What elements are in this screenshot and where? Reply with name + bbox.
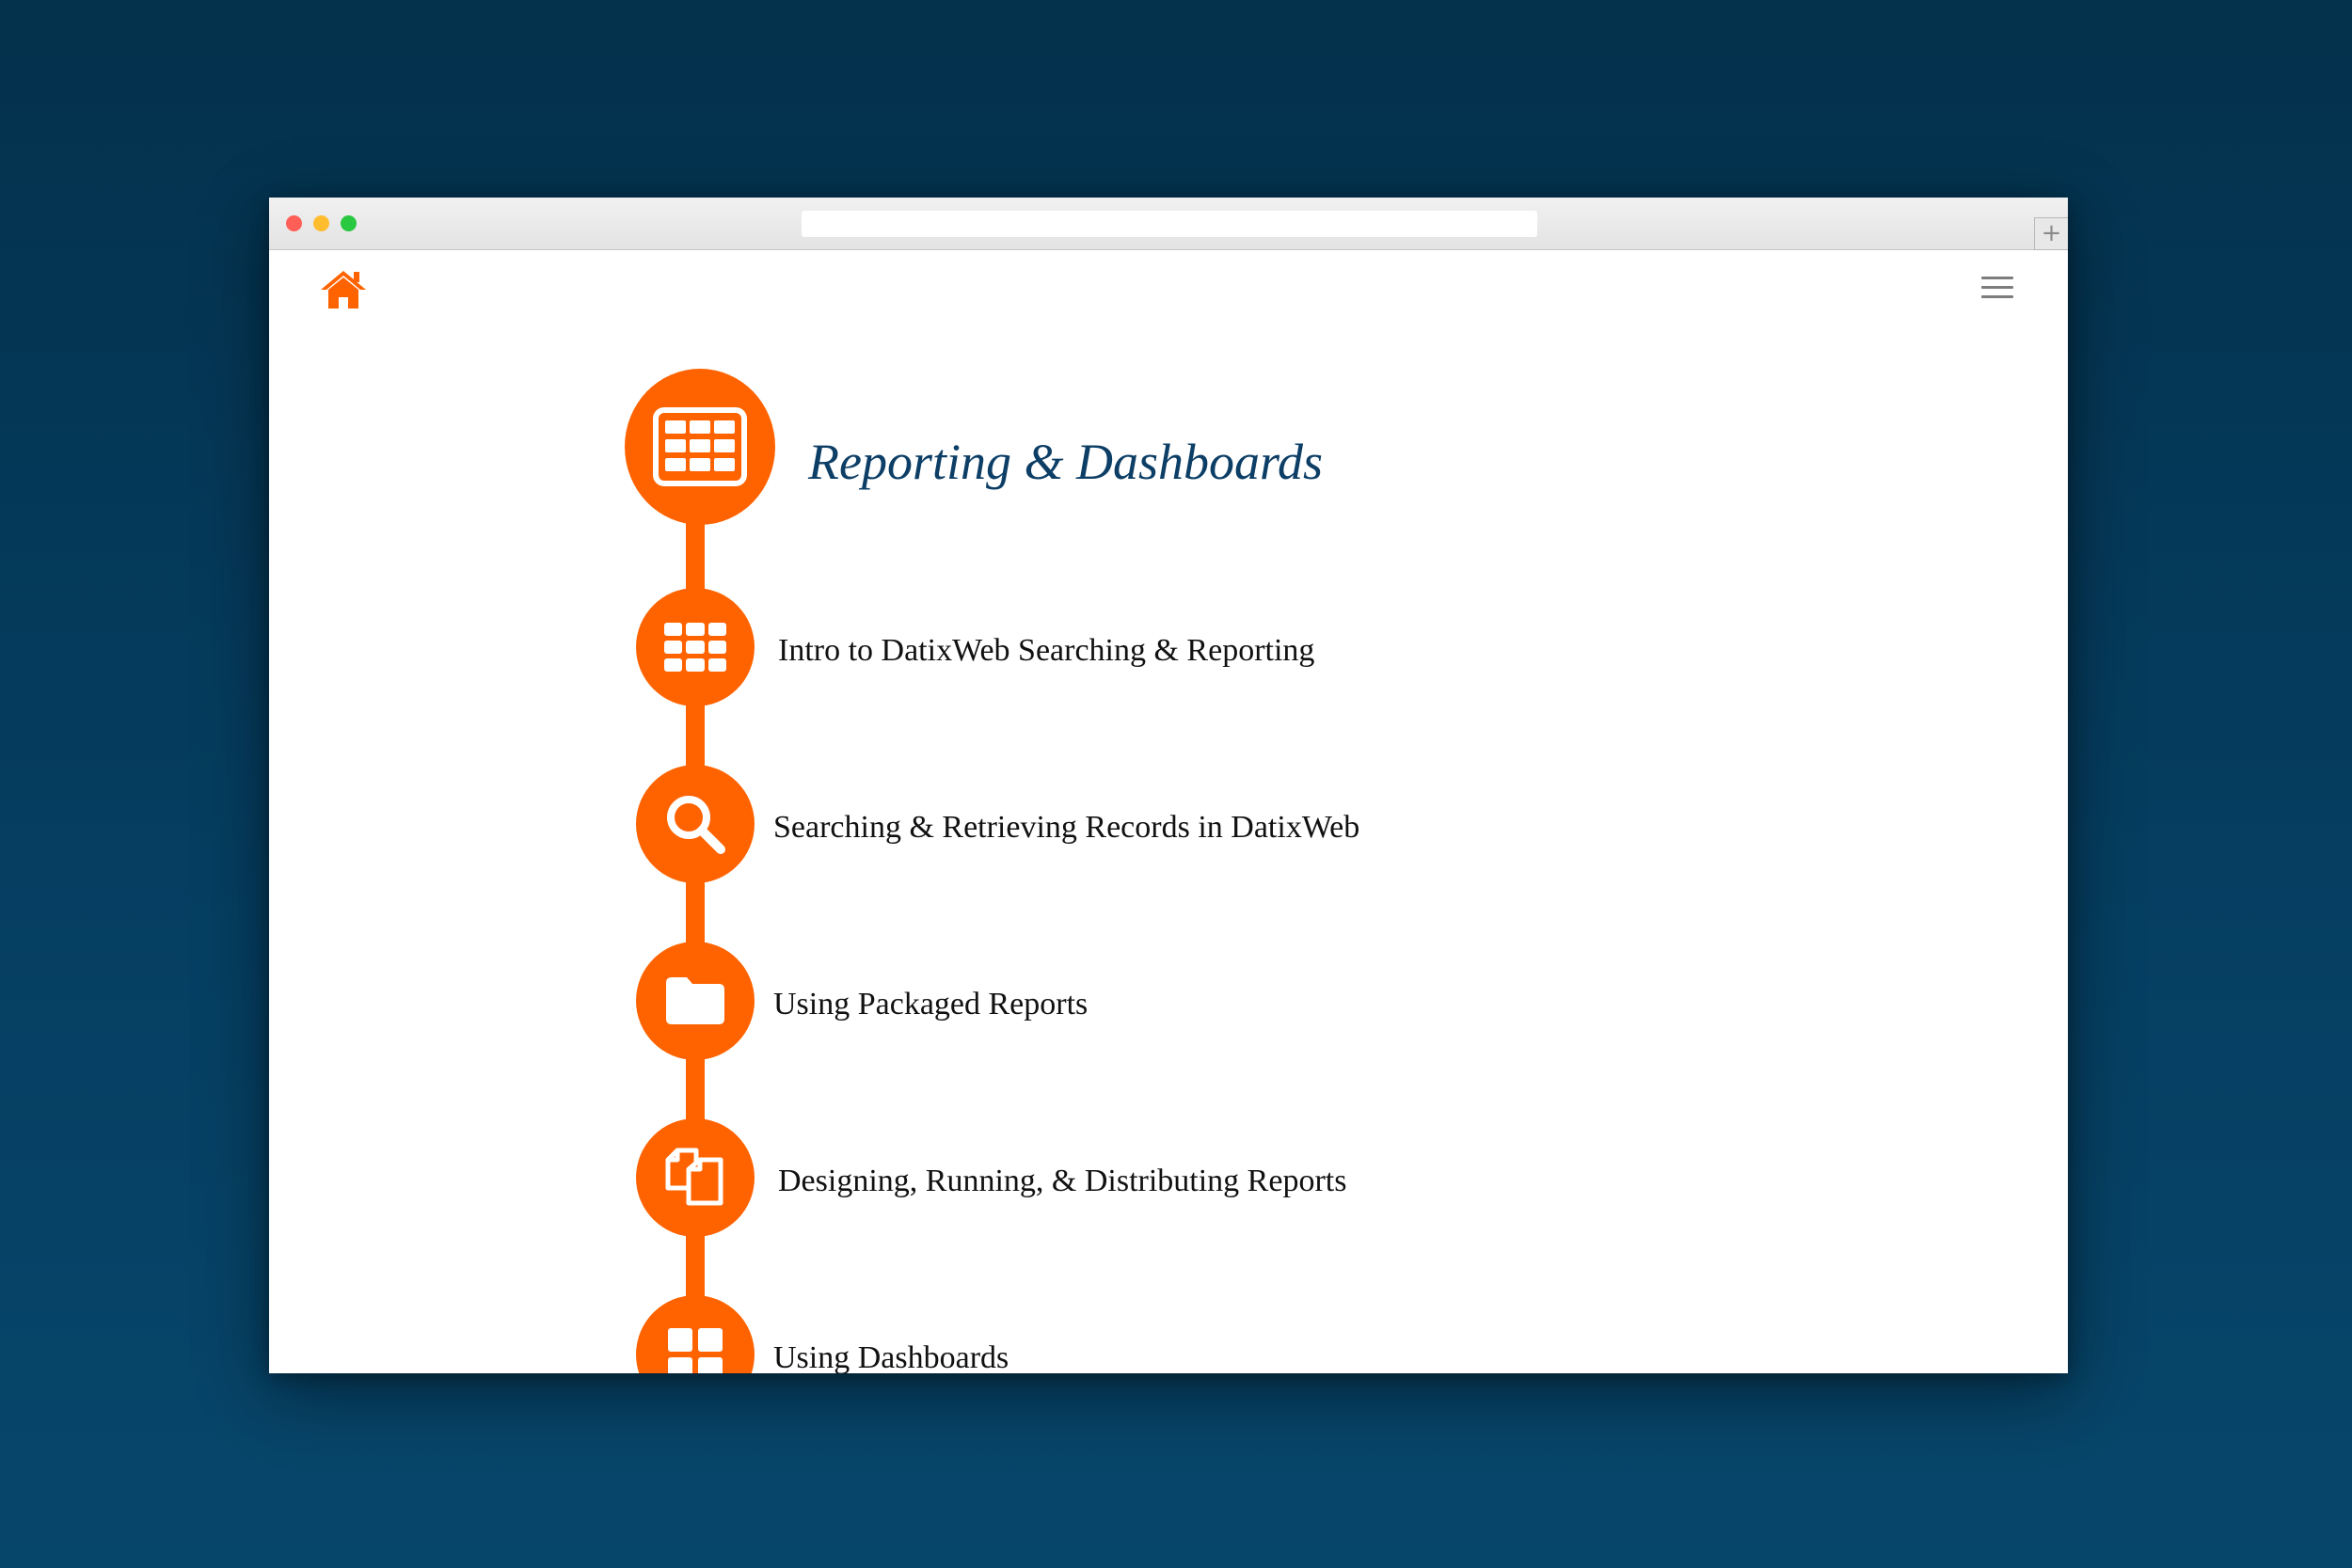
search-icon <box>667 796 725 854</box>
grid-icon <box>664 623 726 672</box>
section-title: Reporting & Dashboards <box>808 434 1324 490</box>
item-link-searching[interactable]: Searching & Retrieving Records in DatixW… <box>773 810 1359 846</box>
close-window-button[interactable] <box>286 215 302 231</box>
table-icon <box>653 407 747 486</box>
home-button[interactable] <box>320 269 367 310</box>
item-link-intro[interactable]: Intro to DatixWeb Searching & Reporting <box>778 633 1314 669</box>
menu-bar-line <box>1981 277 2013 279</box>
item-badge-designing-reports[interactable] <box>636 1118 755 1237</box>
item-link-packaged-reports[interactable]: Using Packaged Reports <box>773 987 1088 1022</box>
maximize-window-button[interactable] <box>341 215 357 231</box>
section-badge <box>625 369 775 525</box>
minimize-window-button[interactable] <box>313 215 329 231</box>
title-bar: + <box>269 198 2068 250</box>
item-badge-dashboards[interactable] <box>636 1295 755 1373</box>
item-badge-searching[interactable] <box>636 765 755 883</box>
item-badge-packaged-reports[interactable] <box>636 942 755 1060</box>
item-link-designing-reports[interactable]: Designing, Running, & Distributing Repor… <box>778 1164 1346 1199</box>
folder-icon <box>666 977 724 1024</box>
menu-bar-line <box>1981 286 2013 289</box>
hamburger-menu-button[interactable] <box>1981 277 2013 301</box>
address-bar[interactable] <box>802 211 1537 237</box>
item-link-dashboards[interactable]: Using Dashboards <box>773 1340 1009 1373</box>
browser-window: + Reporting & Dashboards Intro to DatixW… <box>269 198 2068 1373</box>
new-tab-button[interactable]: + <box>2034 217 2068 250</box>
dashboard-icon <box>668 1328 723 1373</box>
copy-documents-icon <box>665 1148 723 1206</box>
home-icon <box>321 271 366 309</box>
menu-bar-line <box>1981 295 2013 298</box>
item-badge-intro[interactable] <box>636 588 755 706</box>
